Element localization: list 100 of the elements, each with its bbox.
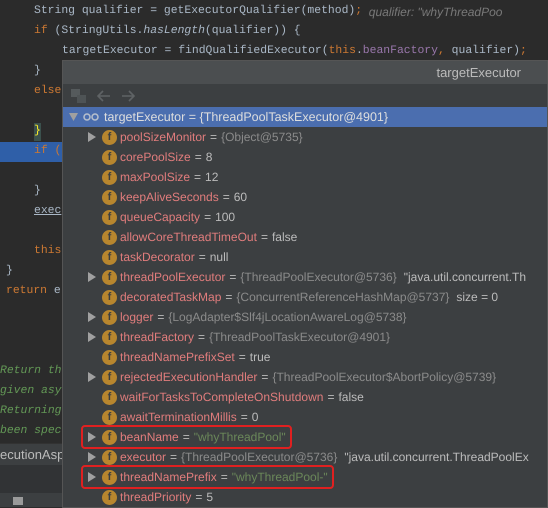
tree-row[interactable]: f allowCoreThreadTimeOut = false xyxy=(63,227,547,247)
code-token: ; xyxy=(355,4,362,20)
field-name: threadPriority xyxy=(120,489,192,506)
equals-sign: = xyxy=(261,369,268,386)
tree-row[interactable]: targetExecutor = {ThreadPoolTaskExecutor@4901} xyxy=(63,107,547,127)
code-token: else xyxy=(34,84,62,100)
equals-sign: = xyxy=(195,489,202,506)
field-name: executor xyxy=(120,449,166,466)
tree-row[interactable]: f awaitTerminationMillis = 0 xyxy=(63,407,547,427)
tree-row[interactable]: f keepAliveSeconds = 60 xyxy=(63,187,547,207)
field-value-detail: "java.util.concurrent.Th xyxy=(404,269,526,286)
field-value: {ThreadPoolExecutor@5736} xyxy=(240,269,397,286)
glasses-icon xyxy=(83,113,99,121)
equals-sign: = xyxy=(229,269,236,286)
tree-row[interactable]: f corePoolSize = 8 xyxy=(63,147,547,167)
field-value-detail: size = 0 xyxy=(456,289,498,306)
code-comment: been spec xyxy=(0,424,62,440)
tree-row[interactable]: f poolSizeMonitor = {Object@5735} xyxy=(63,127,547,147)
field-value: {ThreadPoolTaskExecutor@4901} xyxy=(209,329,390,346)
expand-arrow-icon[interactable] xyxy=(87,452,96,462)
field-value: {ThreadPoolExecutor$AbortPolicy@5739} xyxy=(272,369,496,386)
field-value: {Object@5735} xyxy=(221,129,303,146)
code-comment: Returning xyxy=(0,404,62,420)
code-token: } xyxy=(34,184,41,200)
field-name: threadFactory xyxy=(120,329,194,346)
field-badge: f xyxy=(102,290,117,304)
tree-row[interactable]: f threadPriority = 5 xyxy=(63,487,547,507)
equals-sign: = xyxy=(198,329,206,346)
tree-row[interactable]: f maxPoolSize = 12 xyxy=(63,167,547,187)
field-badge: f xyxy=(102,410,117,424)
popup-title: targetExecutor xyxy=(436,64,521,82)
equals-sign: = xyxy=(222,189,230,206)
expand-arrow-icon[interactable] xyxy=(87,472,96,482)
equals-sign: = xyxy=(260,229,268,246)
field-value: 100 xyxy=(215,209,236,226)
equals-sign: = xyxy=(204,209,212,226)
code-token: } xyxy=(6,264,13,280)
tree-row[interactable]: f logger = {LogAdapter$Slf4jLocationAwareLog@5738} xyxy=(63,307,547,327)
expand-arrow-icon[interactable] xyxy=(87,432,96,442)
field-name: taskDecorator xyxy=(120,249,195,266)
field-value: 5 xyxy=(206,489,214,506)
tree-row[interactable]: f taskDecorator = null xyxy=(63,247,547,267)
expand-arrow-icon[interactable] xyxy=(87,332,96,342)
editor-tab[interactable]: ecutionAsp xyxy=(0,444,64,464)
field-name: threadNamePrefix xyxy=(120,469,217,486)
inline-hint: qualifier: "whyThreadPoo xyxy=(368,4,502,21)
field-badge: f xyxy=(102,250,117,264)
field-badge: f xyxy=(102,310,117,324)
code-token: exec xyxy=(34,204,62,220)
variable-label: targetExecutor = {ThreadPoolTaskExecutor@4901} xyxy=(104,108,388,126)
tree-row[interactable]: f threadNamePrefixSet = true xyxy=(63,347,547,367)
equals-sign: = xyxy=(182,429,190,446)
field-badge: f xyxy=(102,390,117,404)
field-name: allowCoreThreadTimeOut xyxy=(120,229,257,246)
equals-sign: = xyxy=(240,409,248,426)
field-badge: f xyxy=(102,190,117,204)
field-value: {LogAdapter$Slf4jLocationAwareLog@5738} xyxy=(168,309,407,326)
code-token: String qualifier = getExecutorQualifier(method) xyxy=(34,4,356,20)
field-value: "whyThreadPool" xyxy=(194,429,286,446)
tree-row[interactable]: f threadFactory = {ThreadPoolTaskExecutor@4901} xyxy=(63,327,547,347)
equals-sign: = xyxy=(210,129,218,146)
field-name: awaitTerminationMillis xyxy=(120,409,237,426)
tree-row[interactable]: f queueCapacity = 100 xyxy=(63,207,547,227)
field-value: 8 xyxy=(206,149,212,166)
field-name: logger xyxy=(120,309,154,326)
field-value: false xyxy=(272,229,298,246)
expand-arrow-icon[interactable] xyxy=(87,312,96,322)
field-name: decoratedTaskMap xyxy=(120,289,222,306)
code-token: hasLength xyxy=(143,24,205,40)
field-value: 12 xyxy=(205,169,218,186)
code-token: (StringUtils. xyxy=(54,24,144,40)
equals-sign: = xyxy=(327,389,334,406)
expand-arrow-icon[interactable] xyxy=(87,272,96,282)
field-value: 0 xyxy=(252,409,258,426)
field-badge: f xyxy=(102,330,117,344)
code-token: return xyxy=(6,284,48,300)
code-token: if ( xyxy=(34,144,62,160)
field-badge: f xyxy=(102,450,117,464)
expand-arrow-icon[interactable] xyxy=(87,372,96,382)
code-comment: Return th xyxy=(0,364,62,380)
equals-sign: = xyxy=(225,289,232,306)
tree-row[interactable]: f threadPoolExecutor = {ThreadPoolExecutor@5736} "java.util.concurrent.Th xyxy=(63,267,547,287)
code-token: this xyxy=(328,44,356,60)
expand-arrow-icon[interactable] xyxy=(87,132,96,142)
field-badge: f xyxy=(102,370,117,384)
tree-row[interactable]: f rejectedExecutionHandler = {ThreadPoolExecutor$AbortPolicy@5739} xyxy=(63,367,547,387)
field-name: threadNamePrefixSet xyxy=(120,349,235,366)
code-token: (qualifier)) { xyxy=(204,24,301,40)
field-name: beanName xyxy=(120,429,179,446)
tree-row[interactable]: f waitForTasksToCompleteOnShutdown = false xyxy=(63,387,547,407)
code-token: e xyxy=(54,284,61,300)
field-name: maxPoolSize xyxy=(120,169,190,186)
code-token: qualifier) xyxy=(452,44,520,60)
field-badge: f xyxy=(102,130,117,144)
tree-row[interactable]: f executor = {ThreadPoolExecutor@5736} "java.util.concurrent.ThreadPoolEx xyxy=(63,447,547,467)
field-name: keepAliveSeconds xyxy=(120,189,219,206)
tree-row[interactable]: f decoratedTaskMap = {ConcurrentReferenceHashMap@5737} size = 0 xyxy=(63,287,547,307)
field-badge: f xyxy=(102,210,117,224)
code-token: beanFactory xyxy=(362,44,438,60)
code-token: , xyxy=(438,44,446,60)
